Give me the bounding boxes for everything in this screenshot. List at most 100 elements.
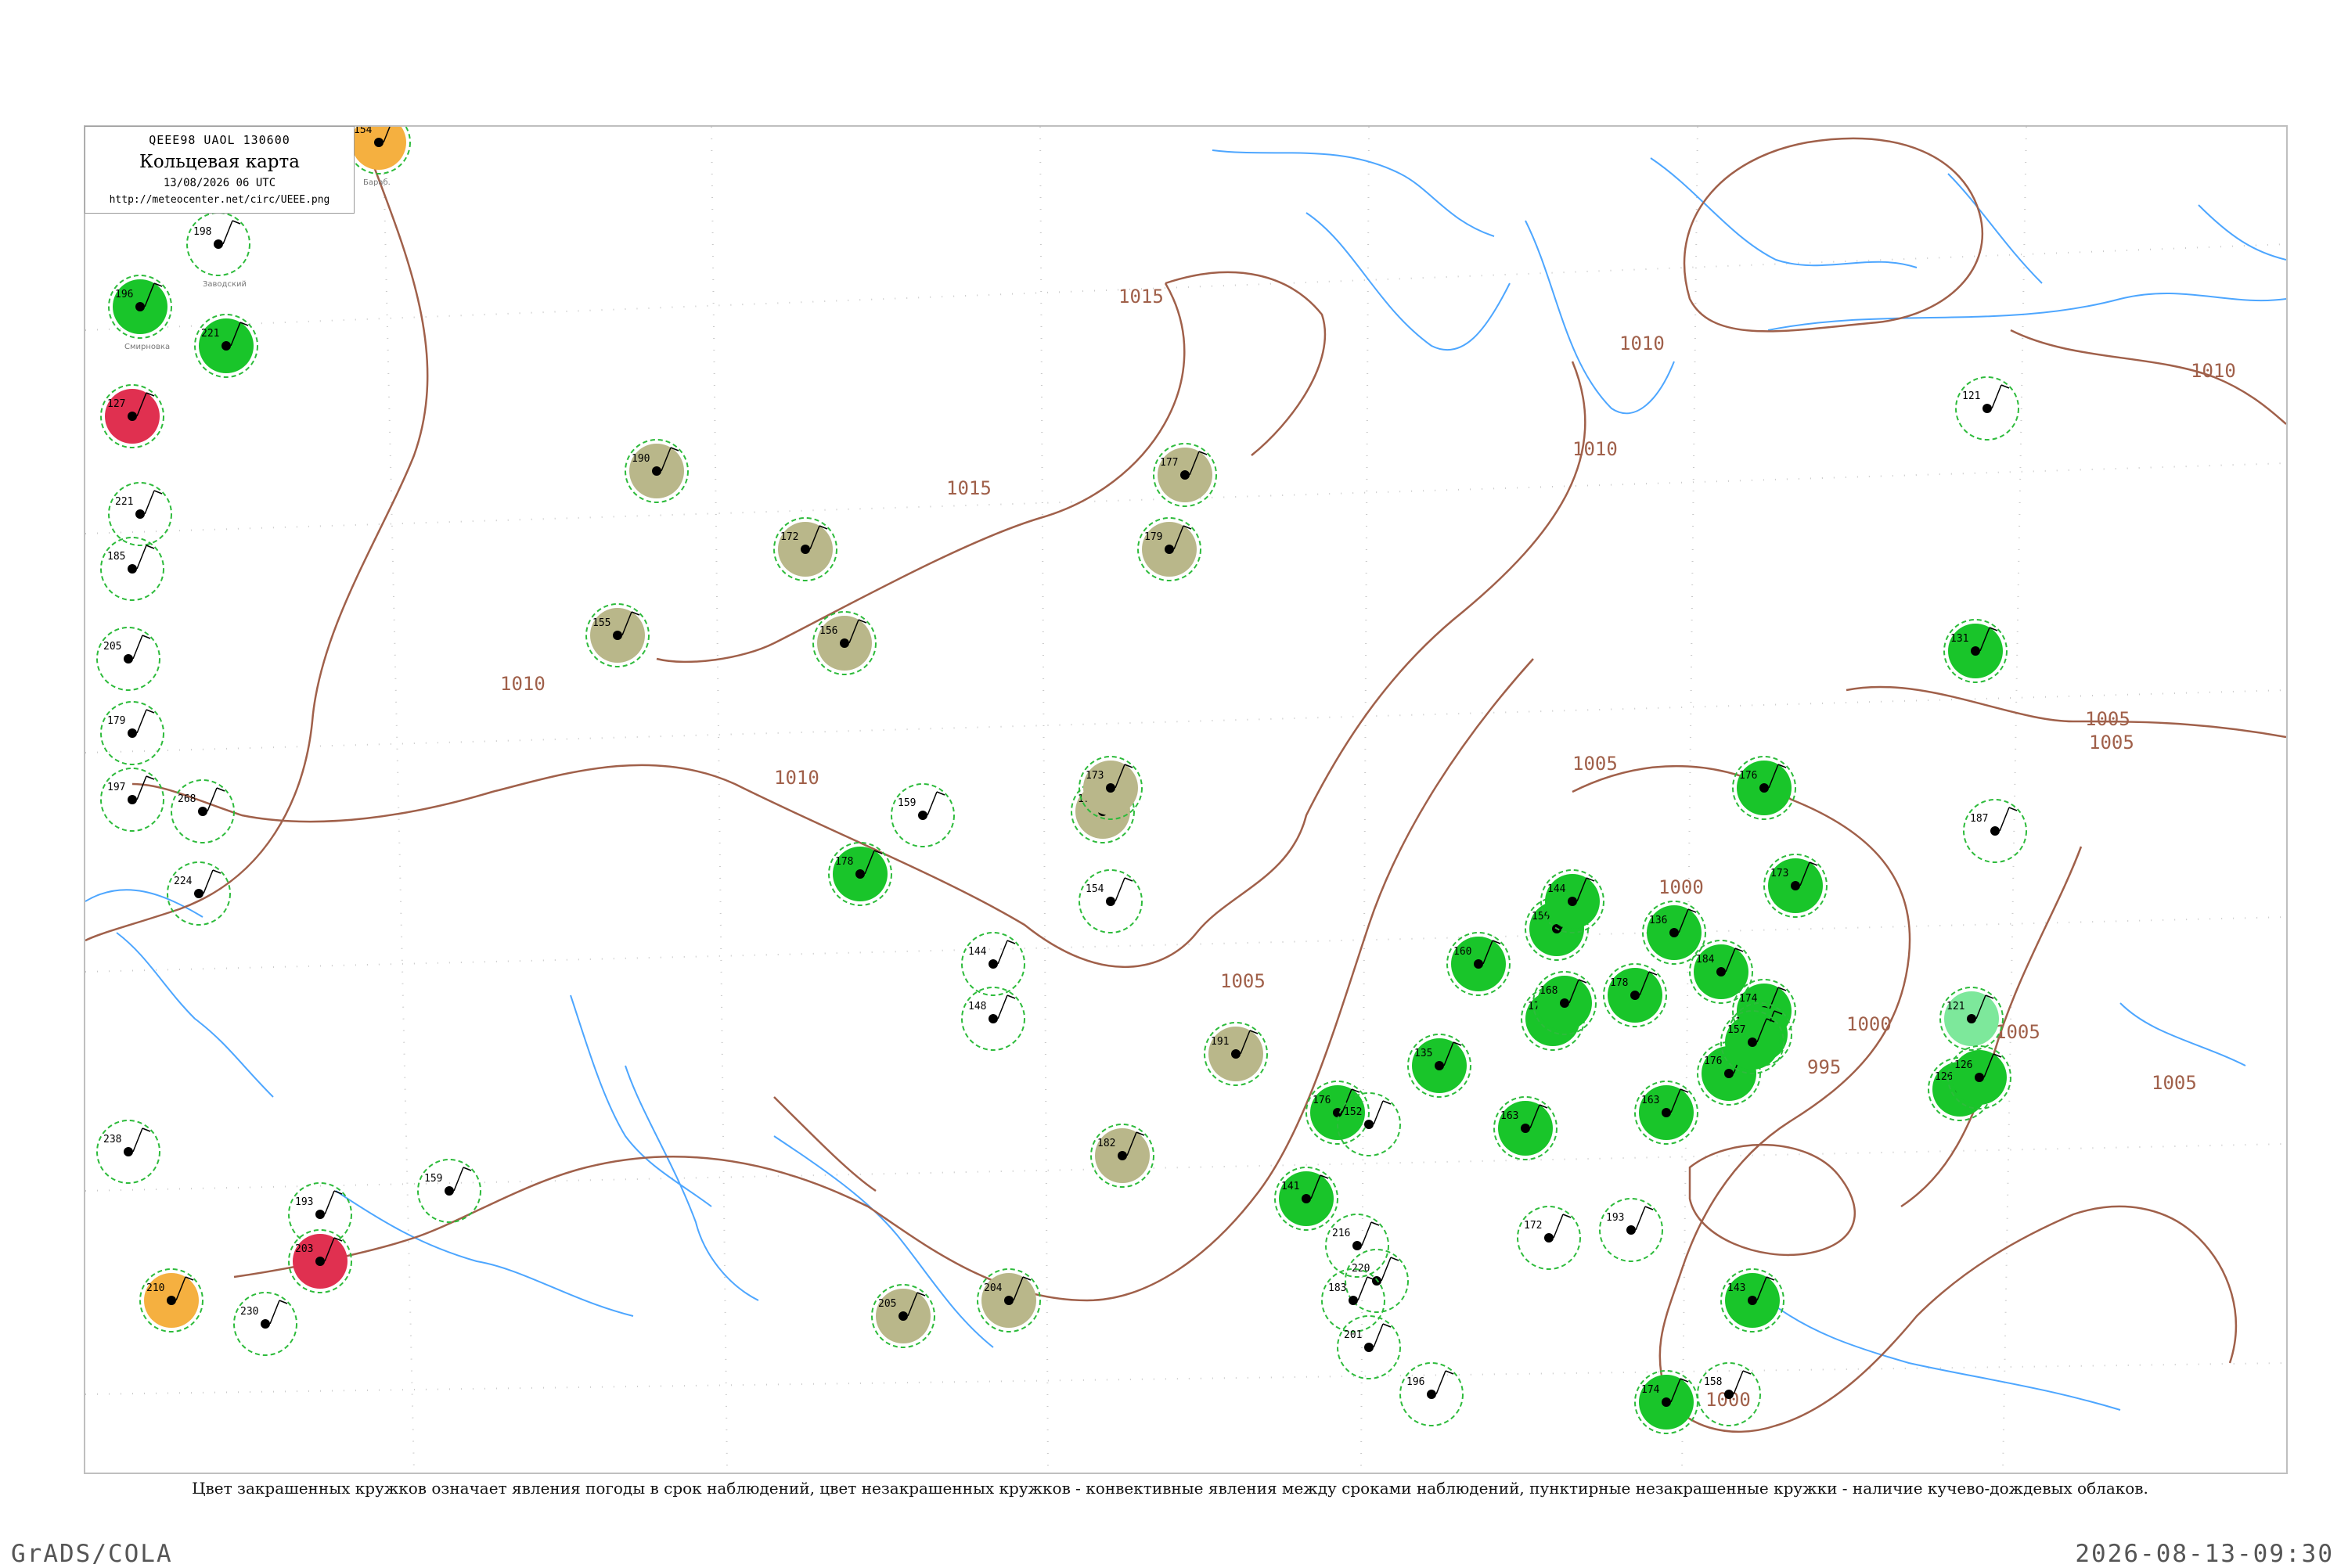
station-marker[interactable]: 205 <box>96 627 160 691</box>
station-marker[interactable]: 131 <box>1943 619 2008 683</box>
footer-timestamp: 2026-08-13-09:30 <box>2075 1540 2334 1568</box>
station-marker[interactable]: 268 <box>171 779 235 843</box>
map-canvas: 1015 1015 1010 1010 1010 1010 1005 1005 1005 1005… <box>85 127 2286 1473</box>
station-marker[interactable]: 196 <box>1399 1362 1464 1426</box>
footer-credit: GrADS/COLA <box>11 1540 173 1568</box>
station-marker[interactable]: 144 <box>1540 869 1604 933</box>
station-marker[interactable]: 176 <box>1732 756 1796 820</box>
station-pressure: 168 <box>1540 985 1558 997</box>
station-pressure: 156 <box>819 625 837 637</box>
map-title: Кольцевая карта <box>139 152 300 172</box>
isobar-label: 1005 <box>1220 970 1266 992</box>
station-marker[interactable]: 127 <box>100 384 164 448</box>
isobars <box>85 127 2286 1433</box>
station-marker[interactable]: 205 <box>871 1284 935 1348</box>
station-marker[interactable]: 221 <box>194 314 258 378</box>
isobar-label: 1015 <box>1118 286 1164 307</box>
station-pressure: 230 <box>240 1306 258 1318</box>
station-marker[interactable]: 221 <box>108 482 172 546</box>
station-marker[interactable]: 193 <box>1599 1198 1663 1262</box>
station-marker[interactable]: 163 <box>1493 1096 1558 1160</box>
station-pressure: 197 <box>107 782 125 793</box>
isobar-label: 1015 <box>946 477 992 499</box>
station-marker[interactable]: 143 <box>1720 1268 1784 1332</box>
station-marker[interactable]: 148 <box>961 987 1025 1051</box>
station-marker[interactable]: 187 <box>1963 799 2027 863</box>
station-marker[interactable]: 163 <box>1634 1081 1698 1145</box>
graticule <box>85 127 2286 1473</box>
station-marker[interactable]: 159 <box>891 783 955 847</box>
station-pressure: 187 <box>1970 813 1988 825</box>
station-pressure: 172 <box>780 531 798 543</box>
station-marker[interactable]: 156 <box>812 611 877 675</box>
station-pressure: 221 <box>115 496 133 508</box>
station-pressure: 135 <box>1414 1048 1432 1059</box>
station-pressure: 127 <box>107 398 125 410</box>
isobar-label: 1010 <box>2191 360 2236 382</box>
isobar-labels: 1015 1015 1010 1010 1010 1010 1005 1005 1005 1005… <box>500 286 2236 1411</box>
station-pressure: 182 <box>1097 1138 1115 1149</box>
station-pressure: 221 <box>201 328 219 340</box>
station-marker[interactable]: 238 <box>96 1120 160 1184</box>
station-pressure: 154 <box>354 127 373 136</box>
station-pressure: 204 <box>984 1282 1003 1294</box>
station-pressure: 185 <box>107 551 125 563</box>
station-marker[interactable]: 154 Бараб. <box>347 127 411 187</box>
observation-date: 13/08/2026 06 UTC <box>163 177 276 189</box>
station-marker[interactable]: 126 <box>1947 1045 2011 1109</box>
isobar-label: 1010 <box>774 767 819 789</box>
rivers-and-coastlines <box>85 149 2286 1411</box>
station-pressure: 126 <box>1954 1059 1972 1071</box>
station-pressure: 193 <box>295 1196 313 1208</box>
station-marker[interactable]: 190 <box>625 439 689 503</box>
station-marker[interactable]: 191 <box>1204 1022 1268 1086</box>
station-marker[interactable]: 172 <box>773 517 837 581</box>
station-marker[interactable]: 179 <box>1137 517 1201 581</box>
station-marker[interactable]: 203 <box>288 1229 352 1293</box>
station-marker[interactable]: 179 <box>100 701 164 765</box>
station-marker[interactable]: 144 <box>961 932 1025 996</box>
station-pressure: 201 <box>1344 1329 1362 1341</box>
station-pressure: 173 <box>1770 868 1788 879</box>
station-marker[interactable]: 141 <box>1274 1167 1338 1231</box>
station-marker[interactable]: 168 <box>1532 971 1597 1035</box>
station-pressure: 126 <box>1935 1071 1953 1083</box>
station-pressure: 177 <box>1160 457 1178 469</box>
station-marker[interactable]: 173 <box>1763 854 1828 918</box>
station-pressure: 163 <box>1641 1095 1659 1106</box>
station-marker[interactable]: 230 <box>233 1292 297 1356</box>
station-marker[interactable]: 201 <box>1337 1315 1401 1379</box>
station-marker[interactable]: 121 <box>1939 987 2004 1051</box>
station-marker[interactable]: 135 <box>1407 1034 1471 1098</box>
isobar-label: 1010 <box>1619 333 1665 354</box>
station-pressure: 238 <box>103 1134 121 1145</box>
station-marker[interactable]: 174 <box>1634 1370 1698 1434</box>
station-marker[interactable]: 210 <box>139 1268 203 1332</box>
station-marker[interactable]: 177 <box>1153 443 1217 507</box>
station-marker[interactable]: 197 <box>100 768 164 832</box>
station-pressure: 144 <box>968 946 987 958</box>
isobar-label: 1010 <box>1572 438 1618 460</box>
source-url[interactable]: http://meteocenter.net/circ/UEEE.png <box>85 194 354 206</box>
station-marker[interactable]: 198 Заводский <box>186 212 250 289</box>
station-marker[interactable]: 121 <box>1955 376 2019 441</box>
isobar-label: 1005 <box>2152 1072 2197 1094</box>
station-marker[interactable]: 196 Смирновка <box>108 275 172 351</box>
station-pressure: 176 <box>1704 1056 1722 1067</box>
station-pressure: 173 <box>1086 770 1104 782</box>
station-marker[interactable]: 185 <box>100 537 164 601</box>
station-markers: 154 Бараб. 198 Заводский 196 Смирновка 221 127 2… <box>96 127 2027 1434</box>
station-marker[interactable]: 160 <box>1446 932 1511 996</box>
station-marker[interactable]: 159 <box>417 1159 481 1223</box>
station-marker[interactable]: 173 <box>1079 756 1143 820</box>
isobar-label: 1005 <box>2085 708 2130 730</box>
station-marker[interactable]: 182 <box>1090 1124 1154 1188</box>
station-pressure: 121 <box>1946 1001 1964 1012</box>
station-marker[interactable]: 172 <box>1517 1206 1581 1270</box>
station-pressure: 184 <box>1696 954 1715 966</box>
station-pressure: 176 <box>1739 770 1757 782</box>
station-marker[interactable]: 155 <box>585 603 650 667</box>
station-marker[interactable]: 178 <box>1603 963 1667 1027</box>
isobar-label: 1005 <box>1995 1021 2040 1043</box>
station-marker[interactable]: 154 <box>1079 869 1143 933</box>
